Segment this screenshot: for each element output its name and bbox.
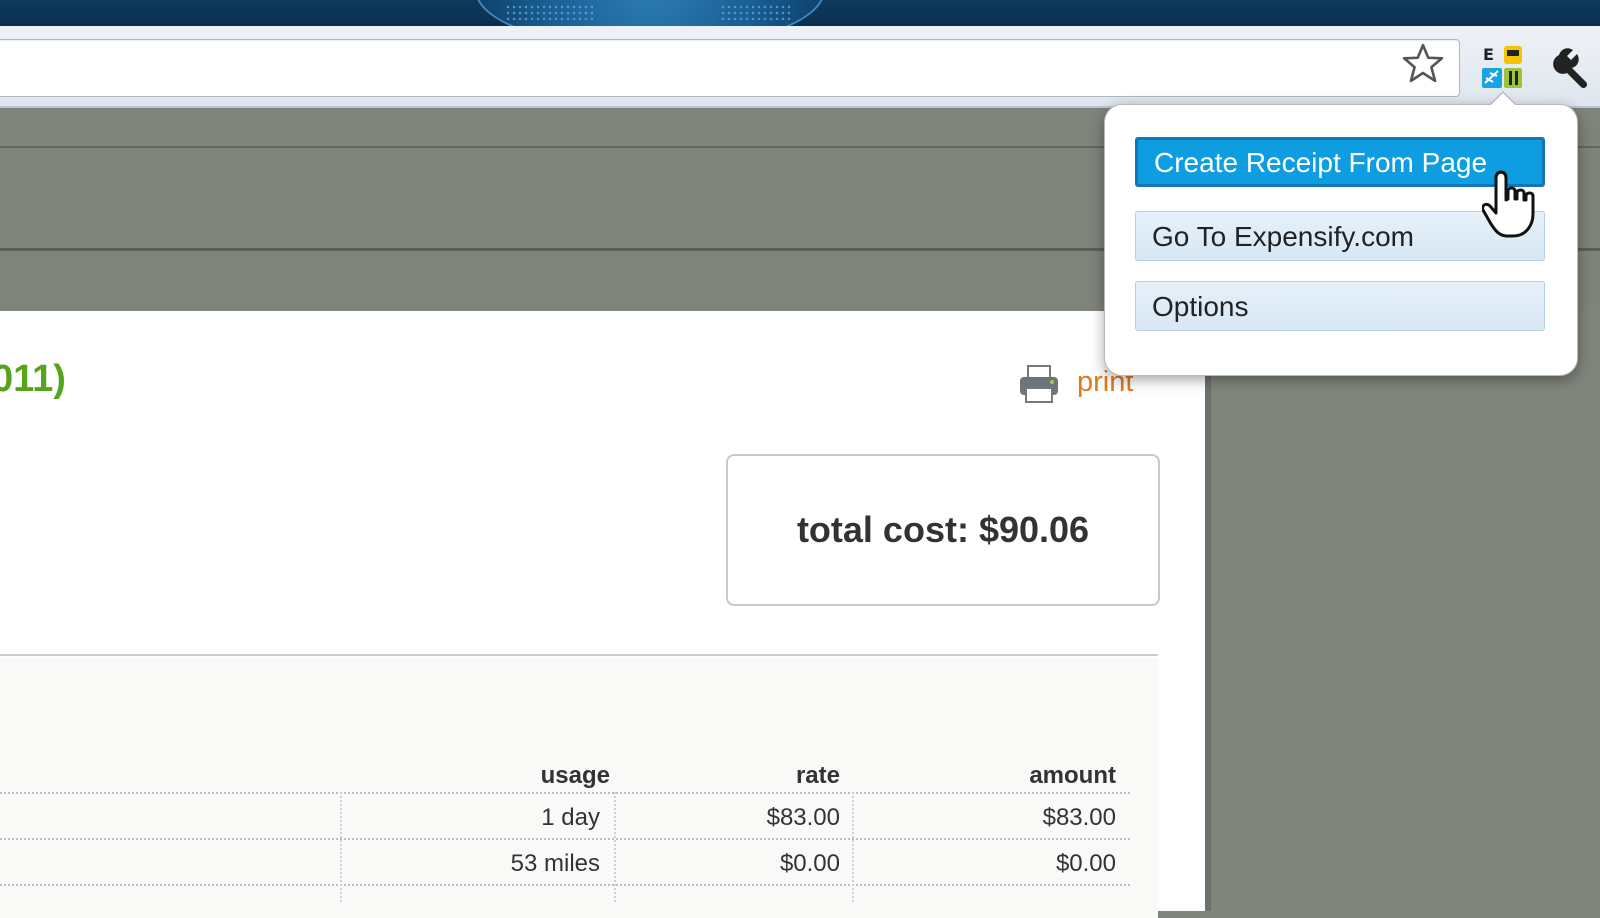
expensify-extension-icon[interactable]: E (1480, 43, 1526, 91)
titlebar-dots (720, 4, 790, 20)
table-cell-rate: $83.00 (766, 804, 840, 831)
table-header-usage: usage (540, 762, 610, 789)
table-row-divider (0, 884, 1130, 886)
table-header-rate: rate (795, 762, 840, 789)
table-cell-usage: 1 day (541, 804, 600, 831)
star-icon[interactable] (1402, 42, 1444, 84)
table-header-amount: amount (1029, 762, 1116, 789)
table-cell-amount: $83.00 (1042, 804, 1116, 831)
table-row-divider (0, 838, 1130, 840)
page-title: 011) (0, 358, 66, 400)
hand-cursor-icon (1482, 170, 1535, 238)
address-bar[interactable] (0, 39, 1460, 97)
printer-icon[interactable] (1018, 364, 1060, 404)
window-titlebar (0, 0, 1600, 26)
table-column-divider (614, 792, 616, 902)
total-cost-box: total cost: $90.06 (726, 454, 1160, 606)
table-cell-amount: $0.00 (1055, 850, 1116, 877)
table-column-divider (340, 792, 342, 902)
table-row-divider (0, 792, 1130, 794)
total-cost-text: total cost: $90.06 (796, 509, 1090, 550)
expensify-popup-menu: Create Receipt From Page Go To Expensify… (1104, 91, 1578, 376)
browser-toolbar (0, 26, 1600, 108)
divider (0, 654, 1158, 656)
wrench-icon[interactable] (1553, 45, 1597, 89)
svg-text:E: E (1483, 45, 1494, 64)
table-cell-usage: 53 miles (510, 850, 600, 877)
titlebar-dots (505, 4, 595, 20)
table-column-divider (852, 792, 854, 902)
table-cell-rate: $0.00 (779, 850, 840, 877)
options-button[interactable]: Options (1135, 281, 1545, 331)
